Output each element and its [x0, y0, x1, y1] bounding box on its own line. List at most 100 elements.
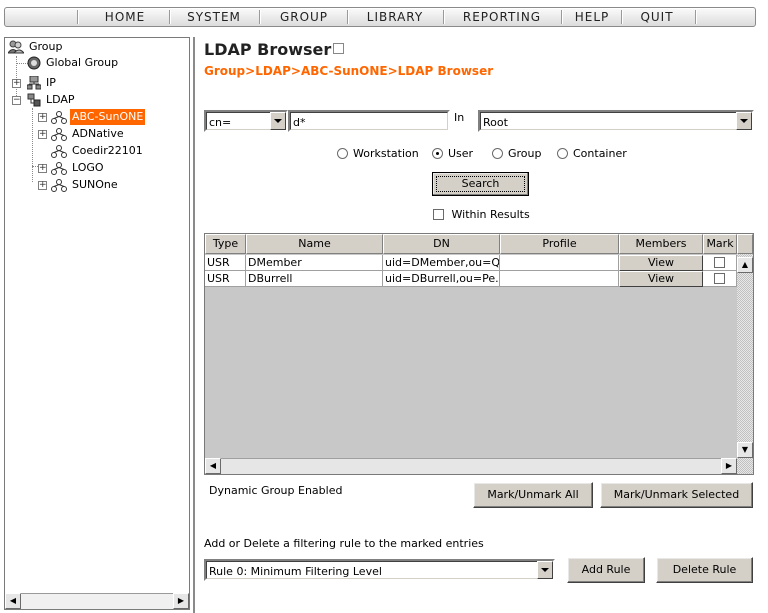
table-row[interactable]: USR DBurrell uid=DBurrell,ou=Pe... View — [205, 271, 737, 287]
page-title: LDAP Browser — [204, 40, 345, 59]
network-icon — [27, 76, 41, 90]
expand-icon[interactable]: + — [38, 113, 47, 122]
table-vertical-scrollbar[interactable]: ▲ ▼ — [737, 254, 753, 474]
radio-selected-icon[interactable] — [432, 148, 443, 159]
column-header-type[interactable]: Type — [205, 234, 246, 254]
radio-group[interactable]: Group — [492, 147, 542, 160]
tree-node-group[interactable]: Group — [8, 39, 65, 55]
mark-checkbox[interactable] — [714, 273, 725, 284]
search-input-value: d* — [290, 112, 448, 130]
menu-group[interactable]: GROUP — [263, 8, 345, 26]
expand-icon[interactable]: + — [38, 130, 47, 139]
scope-select-value: Root — [480, 112, 752, 130]
tree-node-sunone[interactable]: SUNOne — [51, 177, 120, 193]
delete-rule-button[interactable]: Delete Rule — [656, 557, 753, 583]
search-button[interactable]: Search — [432, 172, 529, 196]
menu-system[interactable]: SYSTEM — [173, 8, 255, 26]
page-title-text: LDAP Browser — [204, 40, 332, 59]
tree-label: Coedir22101 — [72, 144, 143, 157]
tree-node-ip[interactable]: IP — [27, 75, 58, 91]
ldap-server-icon — [51, 161, 67, 175]
scroll-down-icon[interactable]: ▼ — [737, 442, 753, 458]
tree-node-ldap[interactable]: LDAP — [27, 92, 77, 108]
column-header-corner — [737, 234, 753, 254]
panel-divider[interactable] — [193, 37, 195, 613]
filtering-rule-select[interactable]: Rule 0: Minimum Filtering Level — [204, 559, 555, 581]
dynamic-group-status: Dynamic Group Enabled — [209, 484, 343, 497]
chevron-down-icon[interactable] — [270, 112, 286, 130]
radio-icon[interactable] — [557, 148, 568, 159]
cell-dn: uid=DMember,ou=Q... — [383, 255, 500, 271]
tree-node-coedir22101[interactable]: Coedir22101 — [51, 143, 145, 159]
tree-node-logo[interactable]: LOGO — [51, 160, 106, 176]
ldap-server-icon — [51, 127, 67, 141]
checkbox-icon[interactable] — [433, 209, 444, 220]
menu-reporting[interactable]: REPORTING — [447, 8, 557, 26]
group-icon — [8, 40, 24, 54]
globe-icon — [27, 56, 41, 70]
mark-checkbox[interactable] — [714, 257, 725, 268]
menu-library[interactable]: LIBRARY — [351, 8, 439, 26]
top-menu-bar: HOME SYSTEM GROUP LIBRARY REPORTING HELP… — [0, 0, 768, 32]
mark-unmark-selected-button[interactable]: Mark/Unmark Selected — [600, 482, 753, 508]
scope-select[interactable]: Root — [478, 110, 754, 132]
expand-icon[interactable]: + — [12, 79, 21, 88]
scroll-right-icon[interactable]: ▶ — [721, 458, 737, 474]
within-results-checkbox[interactable]: Within Results — [433, 208, 530, 221]
column-header-members[interactable]: Members — [619, 234, 703, 254]
radio-icon[interactable] — [492, 148, 503, 159]
tree-node-adnative[interactable]: ADNative — [51, 126, 126, 142]
scroll-left-icon[interactable]: ◀ — [205, 458, 221, 474]
expand-icon[interactable]: + — [38, 164, 47, 173]
tree-label: LDAP — [46, 93, 75, 106]
column-header-profile[interactable]: Profile — [500, 234, 619, 254]
radio-workstation[interactable]: Workstation — [337, 147, 419, 160]
breadcrumb[interactable]: Group>LDAP>ABC-SunONE>LDAP Browser — [204, 64, 493, 78]
table-horizontal-scrollbar[interactable]: ◀ ▶ — [205, 458, 737, 474]
menu-track: HOME SYSTEM GROUP LIBRARY REPORTING HELP… — [4, 7, 756, 27]
column-header-name[interactable]: Name — [246, 234, 383, 254]
view-members-button[interactable]: View — [619, 255, 703, 271]
results-table: Type Name DN Profile Members Mark USR DM… — [204, 233, 754, 475]
menu-separator — [695, 10, 697, 24]
tree-node-abc-sunone[interactable]: ABC-SunONE — [51, 109, 146, 125]
radio-label: Container — [573, 147, 627, 160]
tree-horizontal-scrollbar[interactable]: ◀ ▶ — [5, 593, 189, 609]
chevron-down-icon[interactable] — [537, 561, 553, 579]
radio-label: Workstation — [353, 147, 419, 160]
column-header-mark[interactable]: Mark — [703, 234, 737, 254]
menu-quit[interactable]: QUIT — [625, 8, 689, 26]
menu-separator — [259, 10, 261, 24]
cell-profile — [500, 271, 619, 287]
view-members-button[interactable]: View — [619, 271, 703, 287]
help-icon[interactable] — [333, 43, 345, 54]
tree-label: LOGO — [72, 161, 104, 174]
menu-home[interactable]: HOME — [83, 8, 167, 26]
chevron-down-icon[interactable] — [736, 112, 752, 130]
menu-separator — [77, 10, 79, 24]
menu-separator — [347, 10, 349, 24]
expand-icon[interactable]: + — [38, 181, 47, 190]
menu-help[interactable]: HELP — [565, 8, 619, 26]
attribute-select[interactable]: cn= — [204, 110, 288, 132]
scroll-up-icon[interactable]: ▲ — [737, 257, 753, 273]
mark-unmark-all-button[interactable]: Mark/Unmark All — [473, 482, 593, 508]
radio-label: User — [448, 147, 474, 160]
radio-container[interactable]: Container — [557, 147, 627, 160]
collapse-icon[interactable]: − — [12, 96, 21, 105]
within-results-label: Within Results — [451, 208, 530, 221]
filtering-rule-value: Rule 0: Minimum Filtering Level — [206, 561, 553, 579]
column-header-dn[interactable]: DN — [383, 234, 500, 254]
add-rule-button[interactable]: Add Rule — [567, 557, 645, 583]
tree-node-global-group[interactable]: Global Group — [27, 55, 120, 71]
table-row[interactable]: USR DMember uid=DMember,ou=Q... View — [205, 255, 737, 271]
cell-name: DMember — [246, 255, 383, 271]
ldap-server-icon — [51, 110, 67, 124]
scroll-right-icon[interactable]: ▶ — [173, 593, 189, 609]
cell-type: USR — [205, 255, 246, 271]
radio-icon[interactable] — [337, 148, 348, 159]
radio-user[interactable]: User — [432, 147, 473, 160]
menu-separator — [621, 10, 623, 24]
search-input[interactable]: d* — [288, 110, 450, 132]
scroll-left-icon[interactable]: ◀ — [5, 593, 21, 609]
